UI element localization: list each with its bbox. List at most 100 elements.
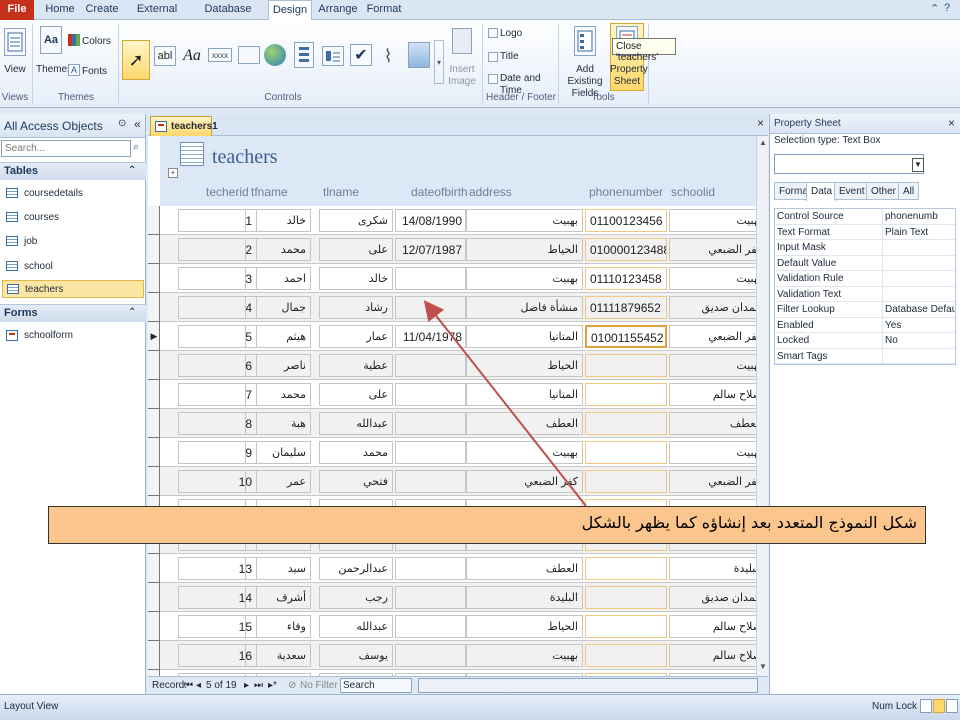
collapse-chevron-icon[interactable]: ⌃ bbox=[128, 165, 136, 176]
colors-button[interactable]: Colors bbox=[82, 36, 118, 48]
field-phonenumber[interactable]: 01100123456 bbox=[585, 209, 667, 232]
property-value[interactable] bbox=[883, 349, 955, 364]
field-tfname[interactable]: ناصر bbox=[245, 354, 311, 377]
field-tlname[interactable]: على bbox=[319, 383, 393, 406]
nav-header[interactable]: All Access Objects ⊙ « bbox=[0, 114, 145, 138]
view-button[interactable]: View bbox=[2, 64, 28, 76]
next-record-icon[interactable]: ▸ bbox=[244, 680, 249, 691]
field-address[interactable]: بهبيت bbox=[465, 644, 583, 667]
controls-more-icon[interactable]: ▾ bbox=[434, 40, 444, 84]
field-address[interactable]: منشأة فاضل bbox=[465, 296, 583, 319]
field-tlname[interactable]: عمار bbox=[319, 325, 393, 348]
help-icon[interactable]: ? bbox=[944, 2, 950, 14]
property-tab-other[interactable]: Other bbox=[866, 182, 902, 200]
field-schoolid[interactable]: بهبيت bbox=[669, 441, 766, 464]
field-address[interactable]: بهبيت bbox=[465, 267, 583, 290]
property-value[interactable]: Database Default bbox=[883, 302, 955, 317]
field-tlname[interactable]: رجب bbox=[319, 586, 393, 609]
field-tfname[interactable]: جمال bbox=[245, 296, 311, 319]
field-tlname[interactable]: عبدالله bbox=[319, 615, 393, 638]
table-row[interactable]: 9 سليمان محمد بهبيت بهبيت bbox=[160, 438, 766, 467]
field-dateofbirth[interactable] bbox=[395, 267, 467, 290]
field-dateofbirth[interactable] bbox=[395, 470, 467, 493]
field-address[interactable]: بهبيت bbox=[465, 209, 583, 232]
collapse-chevron-icon[interactable]: ⌃ bbox=[128, 307, 136, 318]
record-selector[interactable] bbox=[148, 583, 160, 612]
checkbox-control-icon[interactable]: ✔ bbox=[350, 44, 372, 66]
field-address[interactable]: كفر الضبعي bbox=[465, 470, 583, 493]
record-selector[interactable] bbox=[148, 206, 160, 235]
field-phonenumber[interactable] bbox=[585, 441, 667, 464]
field-schoolid[interactable]: بهبيت bbox=[669, 267, 766, 290]
design-view-icon[interactable] bbox=[946, 699, 958, 713]
field-phonenumber[interactable]: 01001155452 bbox=[585, 325, 667, 348]
field-phonenumber[interactable]: 01110123458 bbox=[585, 267, 667, 290]
field-schoolid[interactable]: صلاح سالم bbox=[669, 383, 766, 406]
field-tfname[interactable]: محمد bbox=[245, 238, 311, 261]
dropdown-arrow-icon[interactable]: ▼ bbox=[912, 158, 924, 172]
field-tlname[interactable]: شكرى bbox=[319, 209, 393, 232]
property-row[interactable]: Control Source phonenumb bbox=[775, 209, 955, 225]
record-selector[interactable] bbox=[148, 409, 160, 438]
nav-table-courses[interactable]: courses bbox=[6, 208, 59, 226]
field-phonenumber[interactable] bbox=[585, 644, 667, 667]
table-row[interactable]: 8 هبة عبدالله العطف العطف bbox=[160, 409, 766, 438]
new-record-icon[interactable]: ▸* bbox=[268, 680, 277, 691]
property-sheet-button[interactable]: Property Sheet bbox=[610, 64, 648, 88]
field-dateofbirth[interactable] bbox=[395, 586, 467, 609]
first-record-icon[interactable]: ⏮ bbox=[184, 680, 193, 691]
field-schoolid[interactable]: صلاح سالم bbox=[669, 615, 766, 638]
property-row[interactable]: Enabled Yes bbox=[775, 317, 955, 333]
nav-table-teachers[interactable]: teachers bbox=[2, 280, 144, 298]
field-address[interactable]: البليدة bbox=[465, 586, 583, 609]
no-filter-button[interactable]: No Filter bbox=[300, 680, 338, 691]
field-tfname[interactable]: أشرف bbox=[245, 586, 311, 609]
field-phonenumber[interactable] bbox=[585, 615, 667, 638]
nav-collapse-icon[interactable]: « bbox=[134, 117, 141, 131]
field-schoolid[interactable]: صلاح سالم bbox=[669, 644, 766, 667]
minimize-ribbon-icon[interactable]: ⌃ bbox=[930, 2, 939, 15]
record-selector[interactable] bbox=[148, 264, 160, 293]
field-tfname[interactable]: عمر bbox=[245, 470, 311, 493]
field-phonenumber[interactable] bbox=[585, 354, 667, 377]
table-row[interactable]: 5 هيثم عمار 11/04/1978 المتانيا 01001155452 كف… bbox=[160, 322, 766, 351]
attachment-paperclip-icon[interactable]: ⌇ bbox=[380, 44, 396, 68]
field-tlname[interactable]: عطية bbox=[319, 354, 393, 377]
nav-menu-chevron-icon[interactable]: ⊙ bbox=[118, 118, 126, 129]
vertical-scrollbar[interactable]: ▲ ▼ bbox=[756, 136, 768, 676]
field-dateofbirth[interactable] bbox=[395, 644, 467, 667]
field-dateofbirth[interactable]: 12/07/1987 bbox=[395, 238, 467, 261]
field-tfname[interactable]: سيد bbox=[245, 557, 311, 580]
tab-database-tools[interactable]: Database Tools bbox=[192, 0, 264, 34]
field-tlname[interactable]: على bbox=[319, 238, 393, 261]
field-phonenumber[interactable] bbox=[585, 557, 667, 580]
property-row[interactable]: Locked No bbox=[775, 333, 955, 349]
last-record-icon[interactable]: ⏭ bbox=[254, 680, 263, 691]
tab-file[interactable]: File bbox=[0, 0, 34, 20]
nav-search-input[interactable] bbox=[1, 140, 131, 157]
close-document-icon[interactable]: × bbox=[757, 116, 764, 130]
tab-home[interactable]: Home bbox=[40, 0, 80, 20]
navigation-control-icon[interactable] bbox=[322, 46, 344, 66]
field-schoolid[interactable]: بهبيت bbox=[669, 354, 766, 377]
field-dateofbirth[interactable]: 14/08/1990 bbox=[395, 209, 467, 232]
field-tfname[interactable]: احمد bbox=[245, 267, 311, 290]
field-tlname[interactable]: يوسف bbox=[319, 644, 393, 667]
field-phonenumber[interactable] bbox=[585, 470, 667, 493]
field-phonenumber[interactable]: 01111879652 bbox=[585, 296, 667, 319]
tab-control-icon[interactable] bbox=[238, 46, 260, 64]
field-address[interactable]: المتانيا bbox=[465, 325, 583, 348]
field-phonenumber[interactable] bbox=[585, 412, 667, 435]
insert-image-button[interactable]: Insert Image bbox=[444, 64, 480, 88]
property-row[interactable]: Input Mask bbox=[775, 240, 955, 256]
layout-view-icon[interactable] bbox=[933, 699, 945, 713]
field-dateofbirth[interactable] bbox=[395, 412, 467, 435]
field-tfname[interactable]: وفاء bbox=[245, 615, 311, 638]
tab-external-data[interactable]: External Data bbox=[126, 0, 188, 34]
nav-category-tables[interactable]: Tables ⌃ bbox=[0, 162, 146, 180]
field-dateofbirth[interactable] bbox=[395, 557, 467, 580]
field-address[interactable]: الحياط bbox=[465, 354, 583, 377]
field-schoolid[interactable]: العطف bbox=[669, 412, 766, 435]
table-row[interactable]: 3 احمد خالد بهبيت 01110123458 بهبيت bbox=[160, 264, 766, 293]
image-control-icon[interactable] bbox=[408, 42, 430, 68]
